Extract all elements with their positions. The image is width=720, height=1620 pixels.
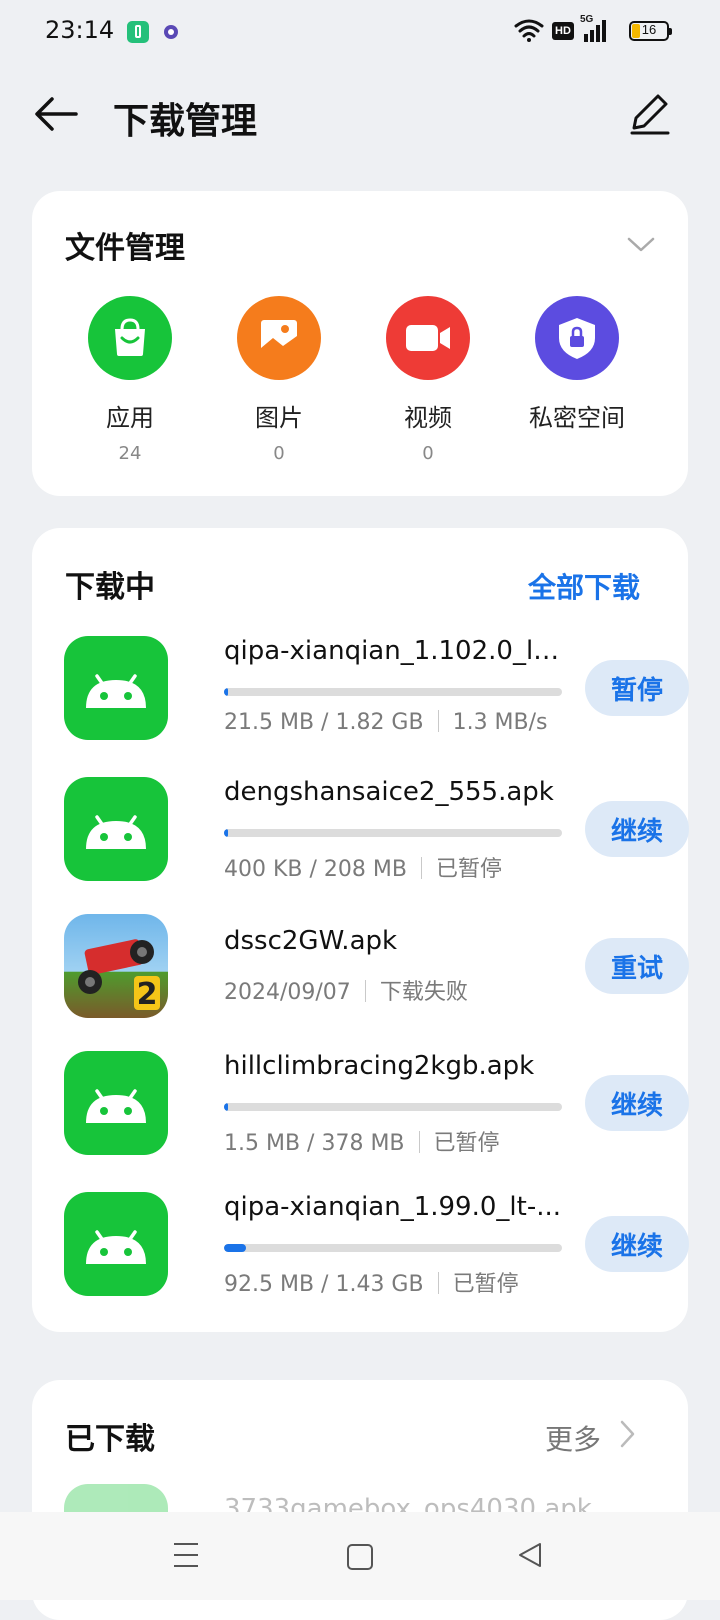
- status-time: 23:14: [45, 16, 115, 44]
- android-app-icon: [64, 636, 168, 740]
- resume-button[interactable]: 继续: [585, 1075, 689, 1131]
- category-private-space[interactable]: 私密空间: [502, 296, 652, 433]
- category-label: 应用: [106, 404, 154, 432]
- category-apps[interactable]: 应用 24: [55, 296, 205, 464]
- category-label: 私密空间: [529, 404, 625, 432]
- battery-saver-icon: [127, 21, 149, 43]
- system-navigation-bar: [0, 1512, 720, 1600]
- svg-text:2: 2: [137, 977, 158, 1012]
- progress-bar: [224, 829, 562, 837]
- game-app-icon: 2: [64, 914, 168, 1018]
- downloading-card: 下载中 全部下载 qipa-xianqian_1.102.0_lt... 21.…: [32, 528, 689, 1332]
- downloading-title: 下载中: [65, 570, 155, 605]
- back-triangle-icon[interactable]: [518, 1542, 542, 1568]
- download-item[interactable]: dengshansaice2_555.apk 400 KB / 208 MB 已暂…: [64, 777, 689, 882]
- category-count: 0: [422, 443, 434, 464]
- download-item[interactable]: qipa-xianqian_1.99.0_lt-... 92.5 MB / 1.…: [64, 1192, 689, 1297]
- file-manager-card: 文件管理 应用 24 图片 0 视频 0 私密空间: [32, 191, 688, 496]
- battery-level: 16: [641, 22, 657, 37]
- chevron-right-icon[interactable]: [618, 1418, 636, 1450]
- file-name: dengshansaice2_555.apk: [224, 777, 554, 807]
- download-meta: 2024/09/07 下载失败: [224, 980, 468, 1005]
- download-item[interactable]: qipa-xianqian_1.102.0_lt... 21.5 MB / 1.…: [64, 636, 689, 740]
- notification-app-icon: [164, 25, 178, 39]
- download-item[interactable]: hillclimbracing2kgb.apk 1.5 MB / 378 MB 已…: [64, 1051, 689, 1156]
- page-title: 下载管理: [113, 101, 258, 142]
- download-meta: 92.5 MB / 1.43 GB 已暂停: [224, 1272, 519, 1297]
- file-name: qipa-xianqian_1.99.0_lt-...: [224, 1192, 561, 1222]
- shopping-bag-icon: [88, 296, 172, 380]
- signal-icon: [584, 20, 606, 42]
- retry-button[interactable]: 重试: [585, 938, 689, 994]
- pause-button[interactable]: 暂停: [585, 660, 689, 716]
- category-count: 24: [118, 443, 142, 464]
- category-videos[interactable]: 视频 0: [353, 296, 503, 464]
- downloaded-title: 已下载: [65, 1422, 155, 1457]
- file-name: qipa-xianqian_1.102.0_lt...: [224, 636, 564, 666]
- wifi-icon: [514, 19, 544, 42]
- chevron-down-icon[interactable]: [626, 235, 656, 255]
- file-name: hillclimbracing2kgb.apk: [224, 1051, 535, 1081]
- download-meta: 21.5 MB / 1.82 GB 1.3 MB/s: [224, 710, 548, 735]
- category-images[interactable]: 图片 0: [204, 296, 354, 464]
- android-app-icon: [64, 1192, 168, 1296]
- android-app-icon: [64, 1051, 168, 1155]
- hd-badge: HD: [552, 22, 574, 40]
- home-icon[interactable]: [347, 1544, 373, 1570]
- resume-button[interactable]: 继续: [585, 1216, 689, 1272]
- category-label: 视频: [404, 404, 452, 432]
- android-app-icon: [64, 777, 168, 881]
- battery-icon: 16: [629, 21, 672, 41]
- menu-icon[interactable]: [174, 1542, 198, 1568]
- shield-lock-icon: [535, 296, 619, 380]
- file-manager-title: 文件管理: [65, 231, 185, 266]
- download-all-button[interactable]: 全部下载: [528, 566, 640, 606]
- resume-button[interactable]: 继续: [585, 801, 689, 857]
- more-button[interactable]: 更多: [545, 1418, 601, 1458]
- download-meta: 1.5 MB / 378 MB 已暂停: [224, 1131, 500, 1156]
- category-label: 图片: [255, 404, 303, 432]
- image-icon: [237, 296, 321, 380]
- file-name: dssc2GW.apk: [224, 926, 398, 956]
- progress-bar: [224, 1103, 562, 1111]
- video-camera-icon: [386, 296, 470, 380]
- progress-bar: [224, 1244, 562, 1252]
- download-meta: 400 KB / 208 MB 已暂停: [224, 857, 502, 882]
- back-arrow-icon[interactable]: [30, 92, 86, 136]
- download-item[interactable]: 2 dssc2GW.apk 2024/09/07 下载失败 重试: [64, 914, 689, 1018]
- progress-bar: [224, 688, 562, 696]
- edit-icon[interactable]: [628, 92, 672, 136]
- category-count: 0: [273, 443, 285, 464]
